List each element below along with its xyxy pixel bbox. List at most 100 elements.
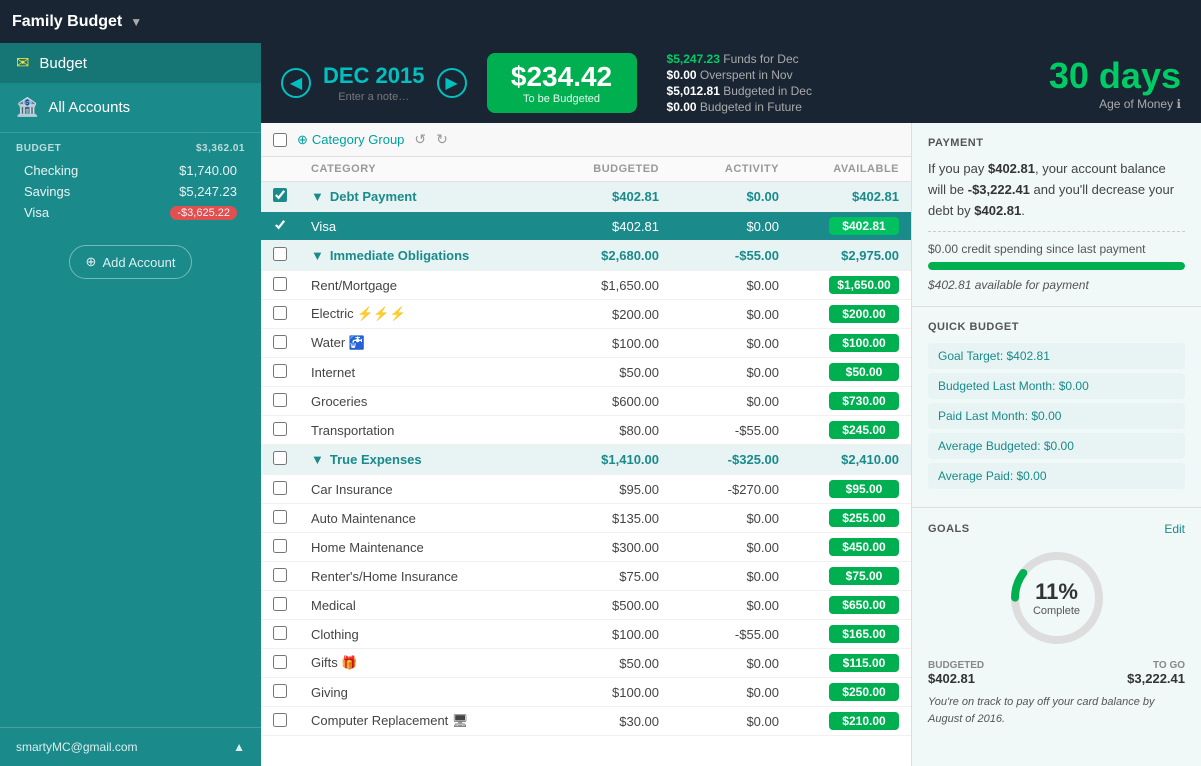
table-group-row[interactable]: ▼ True Expenses $1,410.00 -$325.00 $2,41…	[261, 445, 911, 475]
month-note[interactable]: Enter a note…	[323, 91, 425, 103]
th-category: CATEGORY	[299, 157, 551, 182]
item-budgeted[interactable]: $80.00	[551, 416, 671, 445]
item-checkbox[interactable]	[273, 539, 287, 553]
item-budgeted[interactable]: $500.00	[551, 591, 671, 620]
select-all-checkbox[interactable]	[273, 133, 287, 147]
table-row[interactable]: Medical $500.00 $0.00 $650.00	[261, 591, 911, 620]
item-available: $1,650.00	[791, 271, 911, 300]
item-name: Auto Maintenance	[299, 504, 551, 533]
qb-row-avg-budgeted[interactable]: Average Budgeted: $0.00	[928, 433, 1185, 459]
item-available: $100.00	[791, 329, 911, 358]
group-available: $402.81	[791, 182, 911, 212]
item-checkbox[interactable]	[273, 684, 287, 698]
item-budgeted[interactable]: $30.00	[551, 707, 671, 736]
item-budgeted[interactable]: $600.00	[551, 387, 671, 416]
table-row[interactable]: Clothing $100.00 -$55.00 $165.00	[261, 620, 911, 649]
age-label: Age of Money ℹ	[1049, 97, 1181, 111]
table-row[interactable]: Internet $50.00 $0.00 $50.00	[261, 358, 911, 387]
item-budgeted[interactable]: $200.00	[551, 300, 671, 329]
group-checkbox[interactable]	[273, 451, 287, 465]
item-budgeted[interactable]: $50.00	[551, 358, 671, 387]
stat-overspent: $0.00 Overspent in Nov	[667, 68, 812, 82]
item-budgeted[interactable]: $95.00	[551, 475, 671, 504]
add-category-group-button[interactable]: ⊕ Category Group	[297, 132, 404, 148]
group-triangle: ▼	[311, 248, 324, 263]
balance-amount: -$3,222.41	[968, 182, 1030, 197]
item-budgeted[interactable]: $50.00	[551, 649, 671, 678]
table-row[interactable]: Transportation $80.00 -$55.00 $245.00	[261, 416, 911, 445]
group-checkbox[interactable]	[273, 247, 287, 261]
qb-row-goal[interactable]: Goal Target: $402.81	[928, 343, 1185, 369]
goals-edit-button[interactable]: Edit	[1164, 522, 1185, 536]
sidebar-account-checking[interactable]: Checking $1,740.00	[16, 160, 245, 181]
item-name: Giving	[299, 678, 551, 707]
item-checkbox[interactable]	[273, 713, 287, 727]
qb-row-last-month[interactable]: Budgeted Last Month: $0.00	[928, 373, 1185, 399]
item-available: $245.00	[791, 416, 911, 445]
to-budget-label: To be Budgeted	[507, 93, 617, 105]
item-available: $50.00	[791, 358, 911, 387]
plus-circle-icon: ⊕	[297, 132, 308, 148]
table-row[interactable]: Groceries $600.00 $0.00 $730.00	[261, 387, 911, 416]
item-budgeted[interactable]: $100.00	[551, 620, 671, 649]
item-checkbox[interactable]	[273, 597, 287, 611]
app-dropdown-arrow[interactable]: ▼	[130, 15, 142, 29]
table-group-row[interactable]: ▼ Immediate Obligations $2,680.00 -$55.0…	[261, 241, 911, 271]
item-name: Rent/Mortgage	[299, 271, 551, 300]
item-checkbox[interactable]	[273, 655, 287, 669]
sidebar-account-visa[interactable]: Visa -$3,625.22	[16, 202, 245, 223]
item-budgeted[interactable]: $300.00	[551, 533, 671, 562]
qb-row-paid-last[interactable]: Paid Last Month: $0.00	[928, 403, 1185, 429]
item-budgeted[interactable]: $402.81	[551, 212, 671, 241]
table-row[interactable]: Auto Maintenance $135.00 $0.00 $255.00	[261, 504, 911, 533]
refresh-icon-1[interactable]: ↺	[414, 131, 426, 148]
refresh-icon-2[interactable]: ↻	[436, 131, 448, 148]
item-checkbox[interactable]	[273, 306, 287, 320]
goals-section: GOALS Edit 11% Complete	[912, 508, 1201, 741]
item-checkbox[interactable]	[273, 626, 287, 640]
sidebar-item-budget[interactable]: ✉ Budget	[0, 43, 261, 83]
table-row[interactable]: Giving $100.00 $0.00 $250.00	[261, 678, 911, 707]
table-row[interactable]: Water 🚰 $100.00 $0.00 $100.00	[261, 329, 911, 358]
item-available: $650.00	[791, 591, 911, 620]
sync-icon[interactable]: ▲	[233, 740, 245, 754]
prev-month-button[interactable]: ◀	[281, 68, 311, 98]
month-info: DEC 2015 Enter a note…	[323, 63, 425, 103]
table-row[interactable]: Rent/Mortgage $1,650.00 $0.00 $1,650.00	[261, 271, 911, 300]
table-row[interactable]: Home Maintenance $300.00 $0.00 $450.00	[261, 533, 911, 562]
item-checkbox[interactable]	[273, 364, 287, 378]
item-activity: -$270.00	[671, 475, 791, 504]
item-budgeted[interactable]: $100.00	[551, 678, 671, 707]
item-checkbox[interactable]	[273, 510, 287, 524]
goals-percent: 11%	[1033, 579, 1080, 605]
item-checkbox[interactable]	[273, 277, 287, 291]
table-row[interactable]: Renter's/Home Insurance $75.00 $0.00 $75…	[261, 562, 911, 591]
table-row[interactable]: Visa $402.81 $0.00 $402.81	[261, 212, 911, 241]
next-month-button[interactable]: ▶	[437, 68, 467, 98]
item-activity: $0.00	[671, 300, 791, 329]
table-row[interactable]: Electric ⚡⚡⚡ $200.00 $0.00 $200.00	[261, 300, 911, 329]
progress-bar	[928, 262, 1185, 270]
table-group-row[interactable]: ▼ Debt Payment $402.81 $0.00 $402.81	[261, 182, 911, 212]
item-checkbox[interactable]	[273, 335, 287, 349]
goals-title: GOALS	[928, 523, 970, 535]
item-budgeted[interactable]: $135.00	[551, 504, 671, 533]
item-budgeted[interactable]: $1,650.00	[551, 271, 671, 300]
item-checkbox[interactable]	[273, 481, 287, 495]
item-checkbox[interactable]	[273, 393, 287, 407]
payment-divider	[928, 231, 1185, 232]
qb-row-avg-paid[interactable]: Average Paid: $0.00	[928, 463, 1185, 489]
item-budgeted[interactable]: $75.00	[551, 562, 671, 591]
sidebar-account-savings[interactable]: Savings $5,247.23	[16, 181, 245, 202]
item-name: Medical	[299, 591, 551, 620]
group-checkbox[interactable]	[273, 188, 287, 202]
item-checkbox[interactable]	[273, 422, 287, 436]
item-budgeted[interactable]: $100.00	[551, 329, 671, 358]
item-checkbox[interactable]	[273, 218, 287, 232]
table-row[interactable]: Computer Replacement 🖥 $30.00 $0.00 $210…	[261, 707, 911, 736]
table-row[interactable]: Gifts 🎁 $50.00 $0.00 $115.00	[261, 649, 911, 678]
item-checkbox[interactable]	[273, 568, 287, 582]
table-row[interactable]: Car Insurance $95.00 -$270.00 $95.00	[261, 475, 911, 504]
add-account-button[interactable]: ⊕ Add Account	[69, 245, 193, 279]
sidebar-item-all-accounts[interactable]: 🏦 All Accounts	[0, 83, 261, 133]
